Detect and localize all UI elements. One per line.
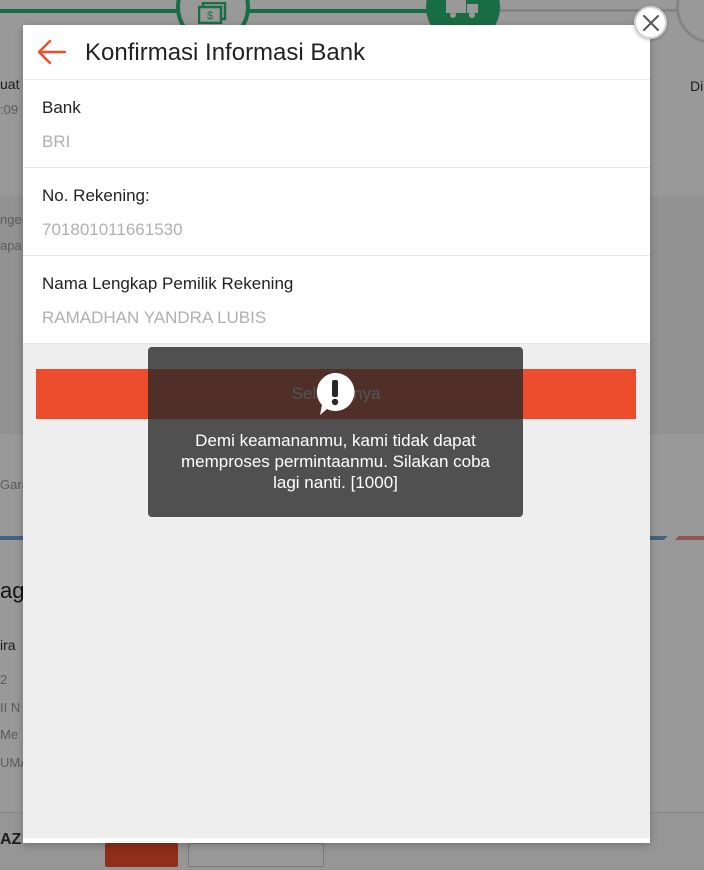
close-icon [643, 15, 659, 31]
field-label: No. Rekening: [42, 186, 150, 205]
bank-field: Bank BRI [23, 80, 650, 168]
account-holder-field: Nama Lengkap Pemilik Rekening RAMADHAN Y… [23, 256, 650, 344]
field-value: RAMADHAN YANDRA LUBIS [42, 308, 267, 327]
arrow-left-icon [37, 39, 67, 65]
error-toast: Demi keamananmu, kami tidak dapat mempro… [148, 347, 523, 517]
field-value: BRI [42, 132, 71, 151]
page-title: Konfirmasi Informasi Bank [85, 39, 366, 66]
account-number-field: No. Rekening: 701801011661530 [23, 168, 650, 256]
exclamation-bubble-icon [316, 372, 355, 415]
close-button[interactable] [634, 6, 667, 39]
field-label: Nama Lengkap Pemilik Rekening [42, 274, 294, 293]
field-label: Bank [42, 98, 81, 117]
modal-header: Konfirmasi Informasi Bank [23, 25, 650, 80]
back-button[interactable] [37, 39, 67, 67]
toast-message: Demi keamananmu, kami tidak dapat mempro… [181, 431, 490, 492]
field-value: 701801011661530 [42, 220, 183, 239]
modal-bottom-edge [23, 838, 650, 843]
